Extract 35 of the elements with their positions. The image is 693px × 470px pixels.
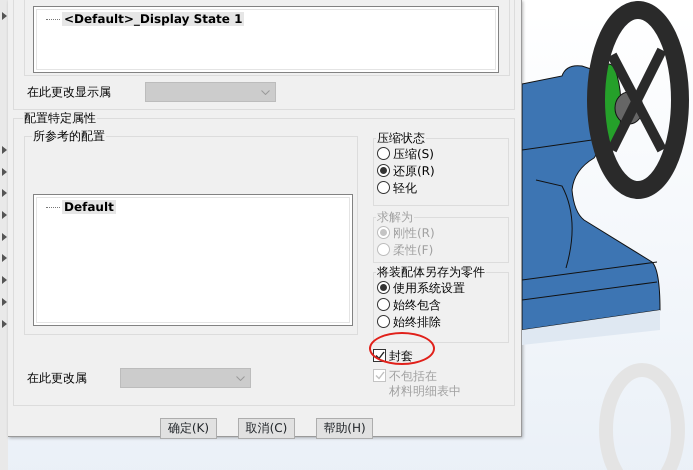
chevron-down-icon bbox=[261, 90, 270, 94]
tree-item[interactable]: <Default>_Display State 1 bbox=[62, 12, 244, 26]
field-label: 在此更改显示属 bbox=[26, 84, 112, 101]
expand-arrow-icon[interactable] bbox=[2, 276, 7, 284]
radio-option[interactable]: 使用系统设置 bbox=[377, 279, 508, 296]
dialog-button[interactable]: 帮助(H) bbox=[316, 418, 373, 439]
radio-option[interactable]: 还原(R) bbox=[377, 162, 508, 179]
group-title: 压缩状态 bbox=[376, 131, 426, 145]
field-label: 在此更改属 bbox=[26, 370, 88, 387]
expand-arrow-icon[interactable] bbox=[2, 211, 7, 220]
tree-line bbox=[46, 207, 60, 208]
tree-line bbox=[46, 19, 60, 20]
checkbox-option[interactable]: 封套 bbox=[373, 347, 509, 364]
chevron-down-icon bbox=[236, 376, 245, 380]
radio-option[interactable]: 压缩(S) bbox=[377, 145, 508, 162]
expand-arrow-icon[interactable] bbox=[2, 189, 7, 198]
expand-arrow-icon[interactable] bbox=[2, 298, 7, 306]
expand-arrow-icon[interactable] bbox=[2, 168, 7, 176]
dialog-button[interactable]: 取消(C) bbox=[238, 418, 295, 439]
group-title: 配置特定属性 bbox=[23, 111, 97, 125]
group-title: 所参考的配置 bbox=[32, 129, 106, 143]
expand-arrow-icon[interactable] bbox=[2, 320, 7, 328]
expand-arrow-icon[interactable] bbox=[2, 232, 7, 241]
check-icon bbox=[374, 351, 384, 360]
tree-item[interactable]: Default bbox=[62, 200, 116, 214]
radio-option[interactable]: 轻化 bbox=[377, 179, 508, 196]
expand-arrow-icon[interactable] bbox=[2, 254, 7, 262]
dialog-button[interactable]: 确定(K) bbox=[160, 418, 217, 439]
expand-arrow-icon[interactable] bbox=[2, 146, 7, 154]
check-icon bbox=[374, 371, 384, 380]
radio-option[interactable]: 始终包含 bbox=[377, 296, 508, 313]
group-title: 求解为 bbox=[376, 210, 414, 224]
expand-arrow-icon[interactable] bbox=[2, 12, 7, 20]
radio-option[interactable]: 始终排除 bbox=[377, 313, 508, 330]
group-title: 将装配体另存为零件 bbox=[376, 265, 486, 279]
